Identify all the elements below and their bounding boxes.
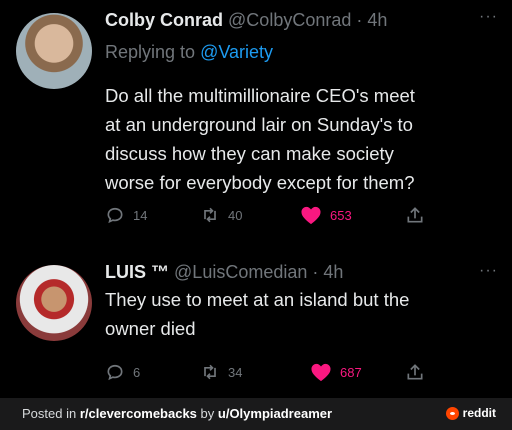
footer-credit: Posted in r/clevercomebacks by u/Olympia…	[22, 406, 332, 421]
heart-icon	[301, 206, 321, 225]
tweet-header: Colby Conrad @ColbyConrad · 4h	[105, 10, 387, 31]
tweet-text-line: discuss how they can make society	[105, 143, 394, 164]
reddit-wordmark: reddit	[462, 406, 496, 420]
share-button[interactable]	[405, 205, 425, 225]
more-icon[interactable]: ···	[479, 262, 498, 280]
retweet-icon	[204, 207, 216, 223]
reply-icon	[107, 207, 123, 224]
handle[interactable]: @ColbyConrad	[228, 10, 351, 30]
tweet-text-line: They use to meet at an island but the	[105, 289, 410, 310]
tweet-text-line: worse for everybody except for them?	[105, 172, 415, 193]
tweet-text-line: at an underground lair on Sunday's to	[105, 114, 413, 135]
footer-prefix: Posted in	[22, 406, 80, 421]
like-button[interactable]: 687	[310, 362, 362, 382]
timestamp[interactable]: · 4h	[312, 262, 343, 282]
tweet-text: They use to meet at an island but the ow…	[105, 285, 505, 343]
reply-button[interactable]: 14	[105, 205, 147, 225]
retweet-count: 40	[228, 207, 243, 223]
like-count: 653	[330, 207, 352, 223]
avatar[interactable]	[16, 13, 92, 89]
retweet-button[interactable]: 34	[200, 362, 242, 382]
more-icon[interactable]: ···	[479, 8, 498, 26]
replying-label: Replying to	[105, 42, 196, 62]
reddit-footer: Posted in r/clevercomebacks by u/Olympia…	[0, 398, 512, 430]
like-button[interactable]: 653	[300, 205, 352, 225]
tweet-text-line: Do all the multimillionaire CEO's meet	[105, 85, 415, 106]
footer-by: by	[196, 406, 218, 421]
reply-button[interactable]: 6	[105, 362, 140, 382]
display-name[interactable]: Colby Conrad	[105, 10, 223, 30]
share-icon	[407, 364, 423, 380]
replying-to: Replying to @Variety	[105, 42, 273, 63]
like-count: 687	[340, 364, 362, 380]
retweet-icon	[204, 364, 216, 380]
timestamp[interactable]: · 4h	[356, 10, 387, 30]
handle[interactable]: @LuisComedian	[174, 262, 307, 282]
heart-icon	[311, 363, 331, 382]
reply-count: 6	[133, 364, 141, 380]
reply-icon	[107, 364, 123, 381]
reddit-logo-icon	[445, 406, 459, 420]
tweet-colby[interactable]: Colby Conrad @ColbyConrad · 4h ··· Reply…	[0, 0, 512, 250]
tweet-text: Do all the multimillionaire CEO's meet a…	[105, 81, 505, 197]
reply-count: 14	[133, 207, 148, 223]
display-name[interactable]: LUIS ™	[105, 262, 169, 282]
share-button[interactable]	[405, 362, 425, 382]
tweet-text-line: owner died	[105, 318, 196, 339]
replying-to-link[interactable]: @Variety	[200, 42, 273, 62]
reddit-brand: reddit	[445, 406, 496, 420]
subreddit-link[interactable]: r/clevercomebacks	[80, 406, 197, 421]
tweet-header: LUIS ™ @LuisComedian · 4h	[105, 262, 343, 283]
avatar[interactable]	[16, 265, 92, 341]
retweet-count: 34	[228, 364, 243, 380]
retweet-button[interactable]: 40	[200, 205, 242, 225]
user-link[interactable]: u/Olympiadreamer	[218, 406, 332, 421]
share-icon	[407, 207, 423, 223]
